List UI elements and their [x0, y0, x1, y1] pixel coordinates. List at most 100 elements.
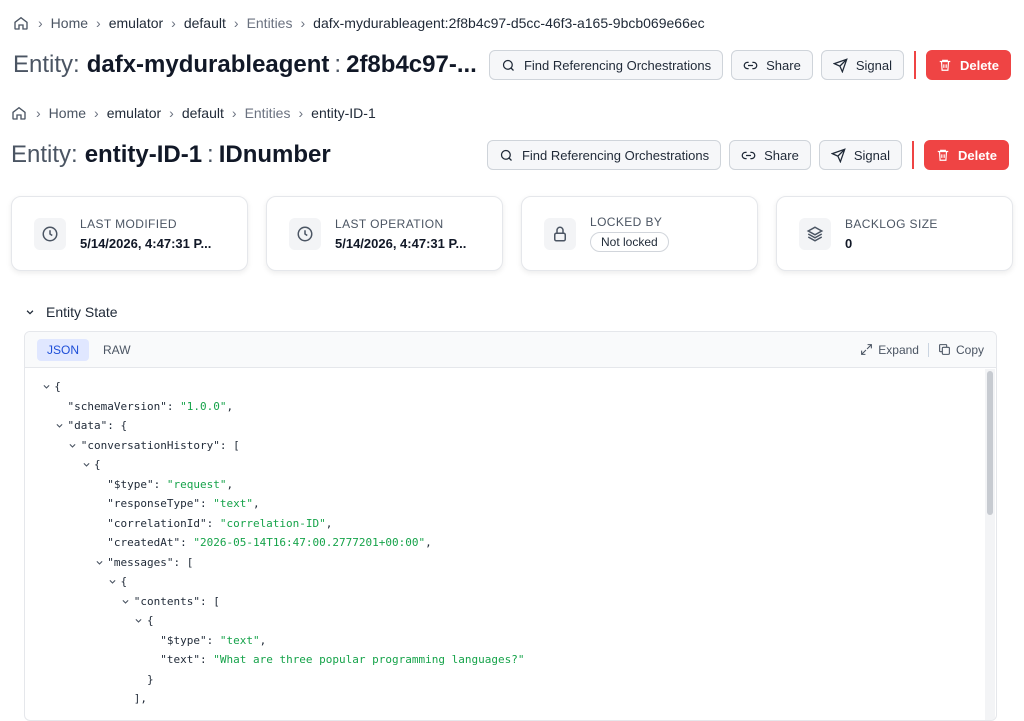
collapse-chevron-icon[interactable] — [104, 577, 120, 586]
breadcrumb-emulator[interactable]: emulator — [109, 15, 163, 31]
delete-button[interactable]: Delete — [923, 140, 1009, 170]
divider — [911, 141, 914, 169]
clock-icon — [289, 217, 321, 250]
collapse-chevron-icon[interactable] — [91, 558, 107, 567]
signal-label: Signal — [853, 147, 890, 163]
share-button[interactable]: Share — [731, 50, 813, 80]
find-referencing-orchestrations-button[interactable]: Find Referencing Orchestrations — [486, 140, 722, 170]
card-label: LOCKED BY — [590, 215, 663, 229]
search-icon — [500, 149, 512, 161]
json-punctuation: [ — [186, 555, 194, 569]
divider — [913, 51, 916, 79]
json-key: "contents" — [133, 594, 200, 608]
json-key: "text" — [160, 653, 200, 667]
collapse-chevron-icon[interactable] — [52, 421, 68, 430]
page-title: Entity: dafx-mydurableagent : 2f8b4c97-.… — [13, 51, 477, 79]
copy-button[interactable]: Copy — [938, 343, 984, 357]
collapse-chevron-icon[interactable] — [65, 441, 81, 450]
json-key: "conversationHistory" — [80, 438, 220, 452]
breadcrumb-entities[interactable]: Entities — [247, 15, 293, 31]
entity-state-toggle[interactable]: Entity State — [25, 304, 118, 320]
breadcrumb-default[interactable]: default — [182, 105, 224, 121]
chevron-down-icon — [26, 310, 34, 315]
json-key: "data" — [67, 419, 108, 433]
json-line: "$type": "request", — [107, 477, 234, 491]
signal-label: Signal — [855, 57, 892, 73]
breadcrumb-default[interactable]: default — [184, 15, 226, 31]
trash-icon — [937, 149, 949, 161]
json-viewer: { "schemaVersion": "1.0.0", "data": { "c… — [25, 369, 986, 720]
card-value: 5/14/2026, 4:47:31 P... — [80, 235, 212, 251]
share-label: Share — [764, 147, 799, 163]
breadcrumb: › Home › emulator › default › Entities ›… — [12, 12, 705, 34]
chevron-right-icon: › — [36, 105, 41, 121]
scrollbar[interactable] — [985, 369, 995, 720]
tab-raw[interactable]: RAW — [93, 339, 141, 361]
signal-button[interactable]: Signal — [818, 140, 902, 170]
card-value: 5/14/2026, 4:47:31 P... — [335, 235, 467, 251]
expand-button[interactable]: Expand — [860, 343, 919, 357]
json-punctuation: { — [54, 380, 61, 394]
title-colon: : — [207, 141, 214, 168]
json-key: "correlationId" — [107, 516, 207, 530]
entity-name: dafx-mydurableagent — [86, 51, 330, 78]
entity-id: IDnumber — [218, 141, 331, 168]
breadcrumb-emulator[interactable]: emulator — [107, 105, 161, 121]
json-line: "messages": [ — [25, 553, 986, 573]
json-punctuation: { — [146, 614, 154, 628]
collapse-chevron-icon[interactable] — [118, 597, 134, 606]
collapse-chevron-icon[interactable] — [38, 382, 54, 391]
action-bar: Find Referencing Orchestrations Share Si… — [479, 140, 1009, 170]
json-line: "responseType": "text", — [107, 497, 260, 511]
card-label: BACKLOG SIZE — [845, 216, 938, 231]
chevron-right-icon: › — [171, 15, 176, 31]
divider — [927, 342, 929, 357]
share-button[interactable]: Share — [729, 140, 811, 170]
chevron-right-icon: › — [233, 15, 239, 31]
json-key: "messages" — [107, 555, 174, 569]
delete-button[interactable]: Delete — [925, 50, 1011, 80]
json-string-value: "text" — [219, 633, 260, 647]
entity-name: entity-ID-1 — [84, 141, 203, 168]
previous-entity-header: › Home › emulator › default › Entities ›… — [0, 0, 1024, 90]
signal-button[interactable]: Signal — [820, 50, 904, 80]
json-line: "contents": [ — [25, 592, 986, 612]
json-string-value: "correlation-ID" — [219, 516, 326, 530]
card-label: LAST OPERATION — [335, 216, 444, 231]
scrollbar-thumb[interactable] — [987, 371, 993, 515]
json-string-value: "text" — [213, 497, 253, 511]
breadcrumb-current: entity-ID-1 — [311, 105, 376, 121]
tab-json[interactable]: JSON — [37, 338, 90, 361]
collapse-chevron-icon[interactable] — [131, 616, 147, 625]
home-icon[interactable] — [12, 14, 30, 32]
json-string-value: "request" — [166, 477, 227, 491]
card-last-operation: LAST OPERATION 5/14/2026, 4:47:31 P... — [266, 196, 503, 271]
json-string-value: "2026-05-14T16:47:00.2777201+00:00" — [193, 536, 426, 550]
expand-icon — [861, 344, 873, 355]
link-icon — [743, 61, 758, 69]
json-key: "schemaVersion" — [67, 399, 167, 413]
share-label: Share — [766, 57, 801, 73]
home-icon[interactable] — [10, 104, 28, 122]
find-referencing-orchestrations-button[interactable]: Find Referencing Orchestrations — [488, 50, 724, 80]
trash-icon — [939, 59, 951, 71]
chevron-right-icon: › — [94, 105, 99, 121]
json-line: "createdAt": "2026-05-14T16:47:00.277720… — [107, 536, 432, 550]
entity-id: 2f8b4c97-... — [346, 51, 477, 78]
collapse-chevron-icon[interactable] — [78, 460, 94, 469]
json-punctuation: { — [120, 575, 128, 589]
json-key: "$type" — [160, 633, 207, 647]
json-line: ], — [25, 689, 986, 709]
json-punctuation: ], — [133, 692, 147, 706]
json-punctuation: { — [120, 419, 128, 433]
chevron-right-icon: › — [96, 15, 101, 31]
breadcrumb-home[interactable]: Home — [49, 105, 86, 121]
link-icon — [741, 151, 756, 159]
json-key: "$type" — [107, 477, 154, 491]
breadcrumb-home[interactable]: Home — [51, 15, 88, 31]
summary-cards: LAST MODIFIED 5/14/2026, 4:47:31 P... LA… — [11, 196, 1013, 271]
title-colon: : — [334, 51, 342, 78]
chevron-right-icon: › — [298, 105, 304, 121]
breadcrumb-entities[interactable]: Entities — [245, 105, 291, 121]
search-icon — [502, 59, 514, 71]
